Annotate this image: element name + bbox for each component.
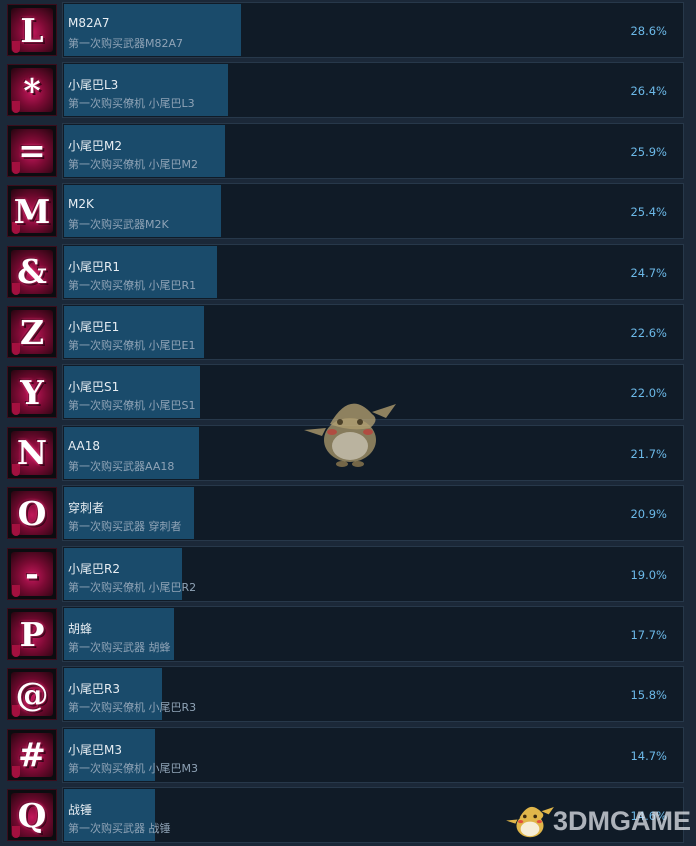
achievement-name: AA18	[68, 438, 101, 453]
unlock-percent: 19.0%	[630, 567, 667, 582]
icon-glyph: Q	[17, 795, 47, 835]
achievement-name: 小尾巴L3	[68, 78, 119, 93]
icon-glyph: P	[19, 614, 45, 654]
unlock-percent: 22.0%	[630, 386, 667, 401]
achievement-panel: 小尾巴M2 第一次购买僚机 小尾巴M2 25.9%	[62, 122, 684, 179]
achievement-panel: 胡蜂第一次购买武器 胡蜂 17.7%	[62, 606, 684, 662]
achievement-name: 小尾巴R1	[68, 259, 120, 274]
achievement-icon: -	[7, 547, 57, 600]
icon-glyph: =	[18, 131, 46, 171]
achievement-icon: L	[7, 4, 57, 56]
achievement-icon: =	[7, 124, 57, 177]
achievement-icon: P	[7, 608, 57, 660]
achievement-icon: *	[7, 64, 57, 117]
icon-glyph: L	[20, 10, 44, 50]
icon-glyph: M	[13, 191, 51, 231]
unlock-percent: 24.7%	[630, 265, 667, 280]
achievement-name: 小尾巴M2	[68, 138, 122, 153]
achievement-icon: O	[7, 487, 57, 540]
achievement-panel: 穿刺者第一次购买武器 穿刺者 20.9%	[62, 485, 684, 542]
achievement-description: 第一次购买僚机 小尾巴M3	[68, 761, 198, 775]
achievement-name: M82A7	[68, 16, 110, 30]
achievement-description: 第一次购买僚机 小尾巴R1	[68, 278, 197, 292]
icon-glyph: Z	[19, 312, 45, 352]
achievement-panel: 小尾巴R2 第一次购买僚机 小尾巴R2 19.0%	[62, 545, 684, 602]
achievement-name: 小尾巴E1	[68, 320, 120, 334]
achievement-row: * 小尾巴L3 第一次购买僚机 小尾巴L3 26.4%	[0, 61, 696, 119]
unlock-percent: 22.6%	[630, 326, 667, 340]
icon-glyph: O	[17, 493, 47, 533]
icon-glyph: &	[17, 252, 47, 292]
achievement-description: 第一次购买僚机 小尾巴R3	[68, 701, 197, 715]
achievement-icon: M	[7, 185, 57, 238]
achievement-icon: Q	[7, 789, 57, 842]
icon-glyph: #	[18, 735, 46, 775]
watermark-logo: 3DMGAME	[500, 796, 696, 846]
unlock-percent: 15.8%	[630, 688, 667, 703]
achievement-panel: M2K 第一次购买武器M2K 25.4%	[62, 183, 684, 240]
achievement-name: 胡蜂	[68, 622, 93, 636]
achievement-description: 第一次购买武器 胡蜂	[68, 641, 171, 654]
icon-glyph: *	[23, 70, 41, 110]
icon-glyph: Y	[20, 372, 44, 412]
achievement-row: Z 小尾巴E1 第一次购买僚机 小尾巴E1 22.6%	[0, 303, 696, 361]
achievement-icon: Y	[7, 366, 57, 419]
achievement-panel: 小尾巴R3 第一次购买僚机 小尾巴R3 15.8%	[62, 666, 684, 723]
achievement-row: & 小尾巴R1 第一次购买僚机 小尾巴R1 24.7%	[0, 243, 696, 301]
achievement-name: 小尾巴R2	[68, 561, 120, 576]
achievement-panel: 小尾巴E1 第一次购买僚机 小尾巴E1 22.6%	[62, 304, 684, 360]
unlock-percent: 26.4%	[630, 84, 667, 99]
achievement-panel: 小尾巴L3 第一次购买僚机 小尾巴L3 26.4%	[62, 62, 684, 119]
unlock-percent: 25.9%	[630, 144, 667, 159]
achievement-name: 小尾巴R3	[68, 682, 120, 697]
achievement-row: = 小尾巴M2 第一次购买僚机 小尾巴M2 25.9%	[0, 122, 696, 180]
achievement-row: # 小尾巴M3 第一次购买僚机 小尾巴M3 14.7%	[0, 726, 696, 784]
achievement-description: 第一次购买武器AA18	[68, 459, 175, 473]
achievement-description: 第一次购买武器 战锤	[68, 822, 171, 836]
achievement-row: - 小尾巴R2 第一次购买僚机 小尾巴R2 19.0%	[0, 545, 696, 603]
achievement-icon: @	[7, 668, 57, 721]
achievement-name: 战锤	[68, 803, 93, 818]
achievement-row: O 穿刺者第一次购买武器 穿刺者 20.9%	[0, 484, 696, 542]
achievement-row: @ 小尾巴R3 第一次购买僚机 小尾巴R3 15.8%	[0, 665, 696, 723]
achievement-icon: Z	[7, 306, 57, 358]
achievement-icon: #	[7, 728, 57, 781]
achievement-description: 第一次购买武器M82A7	[68, 37, 184, 50]
achievement-icon: N	[7, 426, 57, 479]
watermark-text: 3DMGAME	[553, 806, 692, 836]
achievement-panel: 小尾巴M3 第一次购买僚机 小尾巴M3 14.7%	[62, 726, 684, 783]
achievement-name: M2K	[68, 197, 94, 212]
achievement-description: 第一次购买僚机 小尾巴L3	[68, 97, 195, 111]
unlock-percent: 14.7%	[630, 748, 667, 763]
achievement-description: 第一次购买僚机 小尾巴M2	[68, 157, 198, 171]
duck-mascot-icon	[300, 384, 400, 470]
icon-glyph: -	[25, 554, 39, 594]
achievement-description: 第一次购买武器 穿刺者	[68, 520, 182, 534]
unlock-percent: 21.7%	[630, 446, 667, 461]
achievement-description: 第一次购买僚机 小尾巴E1	[68, 339, 196, 352]
achievement-name: 小尾巴S1	[68, 380, 120, 395]
achievement-description: 第一次购买武器M2K	[68, 218, 169, 232]
achievement-panel: M82A7 第一次购买武器M82A7 28.6%	[62, 2, 684, 58]
achievement-description: 第一次购买僚机 小尾巴S1	[68, 399, 196, 413]
achievement-row: L M82A7 第一次购买武器M82A7 28.6%	[0, 1, 696, 59]
duck-mascot-icon	[504, 796, 556, 842]
achievement-panel: 小尾巴R1 第一次购买僚机 小尾巴R1 24.7%	[62, 243, 684, 300]
unlock-percent: 28.6%	[630, 24, 667, 38]
achievement-row: P 胡蜂第一次购买武器 胡蜂 17.7%	[0, 605, 696, 663]
icon-glyph: N	[16, 433, 48, 473]
icon-glyph: @	[15, 674, 49, 714]
unlock-percent: 20.9%	[630, 507, 667, 522]
achievement-row: M M2K 第一次购买武器M2K 25.4%	[0, 182, 696, 240]
achievement-name: 穿刺者	[68, 501, 105, 516]
unlock-percent: 25.4%	[630, 205, 667, 220]
achievement-name: 小尾巴M3	[68, 742, 122, 757]
achievement-description: 第一次购买僚机 小尾巴R2	[68, 580, 197, 594]
unlock-percent: 17.7%	[630, 628, 667, 642]
achievement-icon: &	[7, 245, 57, 298]
